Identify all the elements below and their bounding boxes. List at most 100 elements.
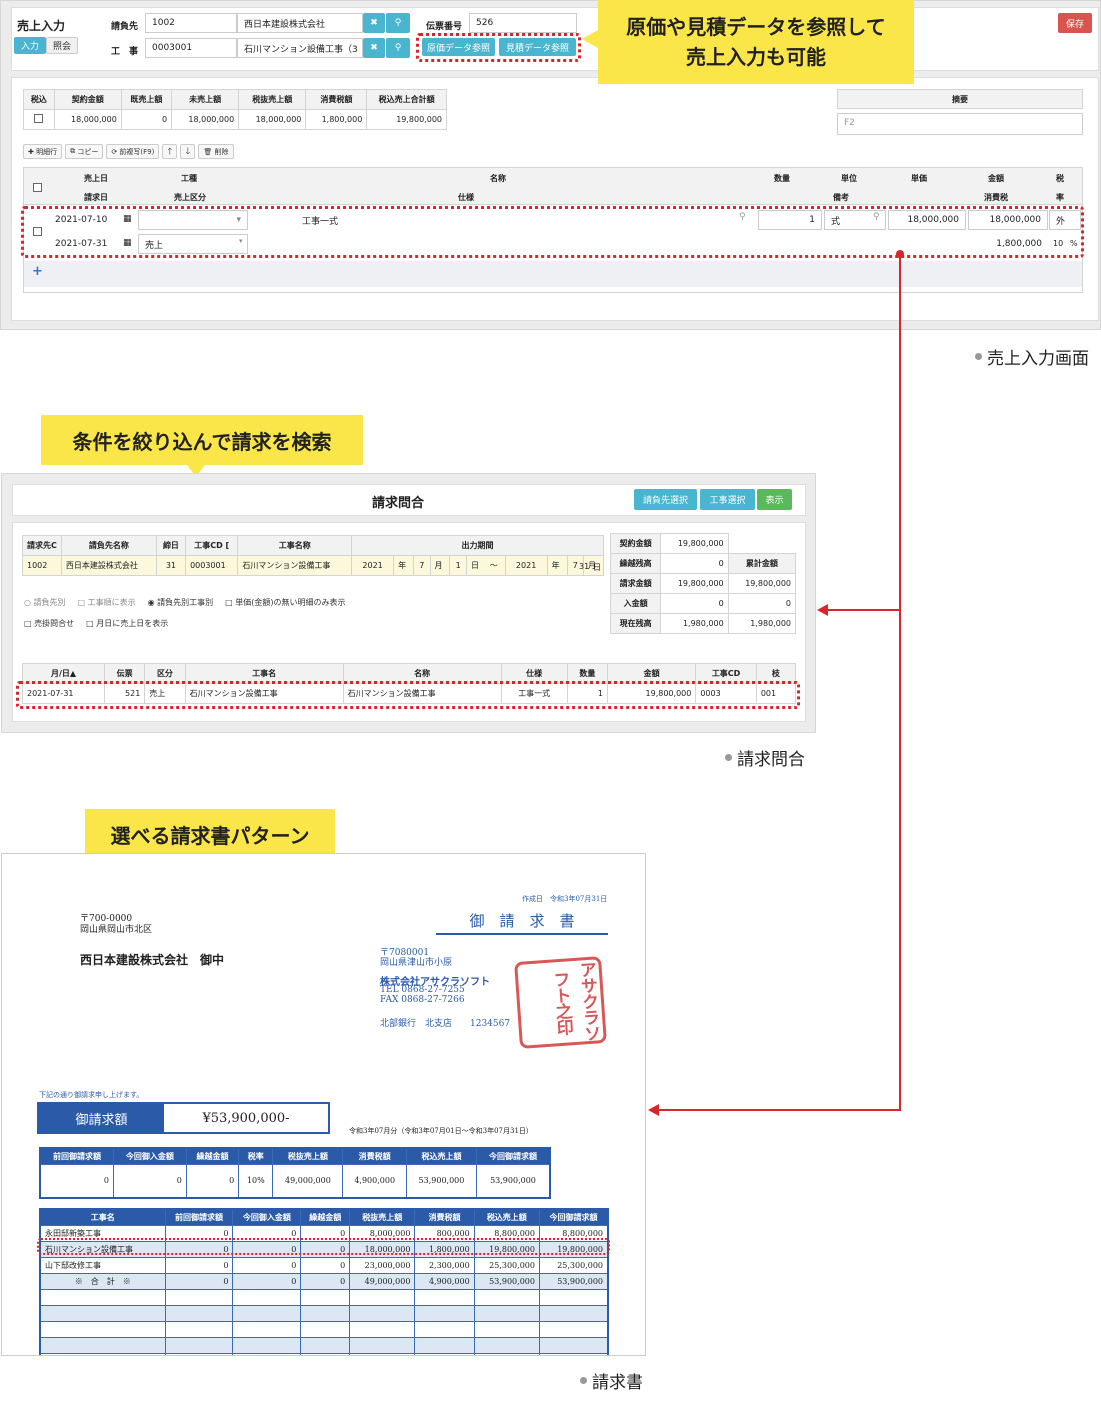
day-label: 日 <box>465 555 486 576</box>
delete-button[interactable]: 🗑 削除 <box>198 144 234 159</box>
det-header: 工事名 <box>39 1208 166 1226</box>
table-row: ※ 合 計 ※ 0 0 0 49,000,000 4,900,000 53,90… <box>39 1272 609 1290</box>
billing-period: 令和3年07月分（令和3年07月01日〜令和3年07月31日） <box>349 1127 533 1135</box>
option-by-work[interactable]: □ 工事順に表示 <box>78 592 136 613</box>
caption-sales-input: 売上入力画面 <box>975 344 1089 369</box>
sum-value: 4,900,000 <box>342 1163 407 1199</box>
det-header: 前回御請求額 <box>164 1208 234 1226</box>
cond-header: 締日 <box>155 535 187 556</box>
delete-label: 削除 <box>214 147 229 156</box>
callout-invoice-patterns: 選べる請求書パターン <box>85 809 335 859</box>
summary-value: 18,000,000 <box>53 109 122 130</box>
clear-work-button[interactable]: ✖ <box>363 38 385 58</box>
invoice-document: 作成日 令和3年07月31日 御 請 求 書 〒700-0000 岡山県岡山市北… <box>1 853 646 1356</box>
cond-close-input[interactable]: 31 <box>155 555 187 576</box>
option-customer-work[interactable]: ◉ 請負先別工事別 <box>148 592 214 613</box>
month-label: 月 <box>429 555 451 576</box>
sum-header: 今回御入金額 <box>112 1147 187 1165</box>
work-code-input[interactable]: 0003001 <box>145 38 237 58</box>
slip-number-input[interactable]: 526 <box>469 13 577 33</box>
table-row <box>39 1288 609 1306</box>
bullet-icon <box>725 754 732 761</box>
move-down-button[interactable]: 🡓 <box>180 144 196 159</box>
tax-included-checkbox[interactable] <box>23 109 55 130</box>
cond-name-input[interactable]: 西日本建設株式会社 <box>60 555 157 576</box>
invoice-title: 御 請 求 書 <box>436 910 608 935</box>
current-balance-cumulative: 1,980,000 <box>727 613 797 634</box>
move-up-button[interactable]: 🡑 <box>162 144 178 159</box>
summary-table: 税込 契約金額 既売上額 未売上額 税抜売上額 消費税額 税込売上合計額 18,000,00… <box>23 89 447 130</box>
condition-table: 請求先C 請負先名称 締日 工事CD [ 工事名称 出力期間 1002 西日本建… <box>22 535 604 576</box>
to-address: 岡山県岡山市北区 <box>80 925 153 935</box>
invoice-lead: 下記の通り御請求申し上げます。 <box>39 1091 144 1099</box>
option-receivable[interactable]: □ 売掛問合せ <box>24 613 74 634</box>
customer-code-input[interactable]: 1002 <box>145 13 237 33</box>
from-year-input[interactable]: 2021 <box>351 555 395 576</box>
cond-header: 出力期間 <box>351 535 604 556</box>
summary-header: 税抜売上額 <box>238 89 307 110</box>
sum-value: 49,000,000 <box>272 1163 344 1199</box>
select-customer-button[interactable]: 請負先選択 <box>634 489 697 510</box>
summary-value: 18,000,000 <box>238 109 307 130</box>
sum-header: 繰越金額 <box>185 1147 240 1165</box>
cond-code-input[interactable]: 1002 <box>22 555 62 576</box>
from-day-input[interactable]: 1 <box>449 555 467 576</box>
from-month-input[interactable]: 7 <box>413 555 431 576</box>
tab-input[interactable]: 入力 <box>14 37 46 54</box>
det-cell: 0 <box>164 1256 234 1274</box>
col-tax-amount: 消費税 <box>984 193 1008 202</box>
clear-customer-button[interactable]: ✖ <box>363 13 385 33</box>
amount-box: 御請求額 ¥53,900,000- <box>37 1102 330 1134</box>
summary-header: 既売上額 <box>120 89 173 110</box>
amount-value: ¥53,900,000- <box>202 1110 290 1126</box>
add-row-button[interactable]: ✚ 明細行 <box>23 144 63 159</box>
cond-header: 請求先C <box>22 535 62 556</box>
work-name-input[interactable]: 石川マンション設備工事（3 <box>237 38 363 58</box>
det-cell: 49,000,000 <box>349 1272 416 1290</box>
to-day-input[interactable]: 31 <box>579 562 589 571</box>
col-unit: 単位 <box>841 174 857 183</box>
to-year-input[interactable]: 2021 <box>504 555 548 576</box>
option-by-customer[interactable]: ○ 請負先別 <box>24 592 66 613</box>
memo-textarea[interactable]: F2 <box>837 113 1083 135</box>
arrow-down-icon: 🡓 <box>185 146 191 157</box>
select-all-checkbox[interactable] <box>33 183 42 192</box>
option-no-price[interactable]: □ 単価(金額)の無い明細のみ表示 <box>225 592 345 613</box>
summary-header: 消費税額 <box>305 89 368 110</box>
option-show-sales-date[interactable]: □ 月日に売上日を表示 <box>86 613 168 634</box>
sum-header: 税込売上額 <box>405 1147 477 1165</box>
sum-value: 0 <box>185 1163 240 1199</box>
search-customer-button[interactable]: ⚲ <box>386 13 410 33</box>
arrow-left-icon <box>648 1104 659 1116</box>
customer-name-input[interactable]: 西日本建設株式会社 <box>237 13 363 33</box>
save-button[interactable]: 保存 <box>1058 13 1092 33</box>
select-work-button[interactable]: 工事選択 <box>700 489 755 510</box>
tab-reference[interactable]: 照会 <box>46 37 78 54</box>
cond-workcd-input[interactable]: 0003001 <box>185 555 239 576</box>
from-tel: TEL 0868-27-7255 <box>380 985 465 995</box>
prev-copy-button[interactable]: ⟳ 前複写(F9) <box>106 144 160 159</box>
cond-header: 工事CD [ <box>185 535 239 556</box>
sum-header: 消費税額 <box>342 1147 407 1165</box>
add-line-button[interactable]: + <box>32 264 43 279</box>
received-amount: 0 <box>660 593 729 614</box>
show-button[interactable]: 表示 <box>757 489 792 510</box>
sum-value: 53,900,000 <box>405 1163 477 1199</box>
detail-grid-header: 売上日 請求日 工種 売上区分 名称 仕様 数量 単位 備考 単価 金額 消費税… <box>23 167 1083 205</box>
callout-reference-data: 原価や見積データを参照して 売上入力も可能 <box>598 0 914 84</box>
search-work-button[interactable]: ⚲ <box>386 38 410 58</box>
options: ○ 請負先別 □ 工事順に表示 ◉ 請負先別工事別 □ 単価(金額)の無い明細の… <box>24 592 346 634</box>
estimate-data-button[interactable]: 見積データ参照 <box>499 38 576 56</box>
copy-button[interactable]: ⧉ コピー <box>65 144 104 159</box>
col-rate: 率 <box>1056 193 1064 202</box>
col-amount: 金額 <box>988 174 1004 183</box>
cond-workname-input[interactable]: 石川マンション設備工事 <box>237 555 353 576</box>
cost-data-button[interactable]: 原価データ参照 <box>422 38 495 56</box>
det-cell: 0 <box>300 1272 351 1290</box>
sum-value: 0 <box>112 1163 187 1199</box>
table-row <box>39 1336 609 1354</box>
table-row: 山下邸改修工事 0 0 0 23,000,000 2,300,000 25,30… <box>39 1256 609 1274</box>
search-icon: ⚲ <box>394 43 402 53</box>
det-cell: 4,900,000 <box>414 1272 475 1290</box>
det-header: 税込売上額 <box>473 1208 540 1226</box>
